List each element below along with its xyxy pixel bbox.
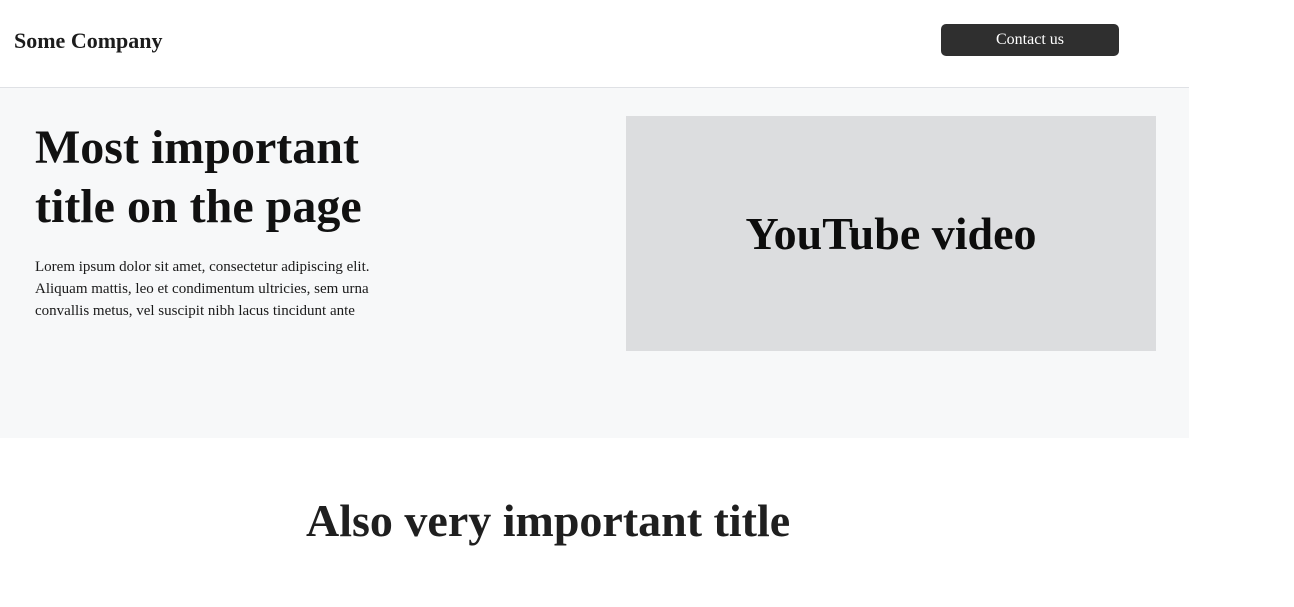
section-title: Also very important title: [306, 495, 791, 546]
contact-us-button[interactable]: Contact us: [941, 24, 1119, 56]
hero-description: Lorem ipsum dolor sit amet, consectetur …: [35, 259, 370, 319]
site-header: Some Company Contact us: [0, 0, 1189, 88]
hero-section: Most important title on the page Lorem i…: [0, 88, 1189, 438]
youtube-video-placeholder[interactable]: YouTube video: [626, 116, 1156, 351]
video-placeholder-label: YouTube video: [745, 207, 1037, 259]
hero-title: Most important title on the page: [35, 121, 362, 233]
page: Some Company Contact us Most important t…: [0, 0, 1294, 607]
company-logo-text[interactable]: Some Company: [14, 28, 163, 54]
